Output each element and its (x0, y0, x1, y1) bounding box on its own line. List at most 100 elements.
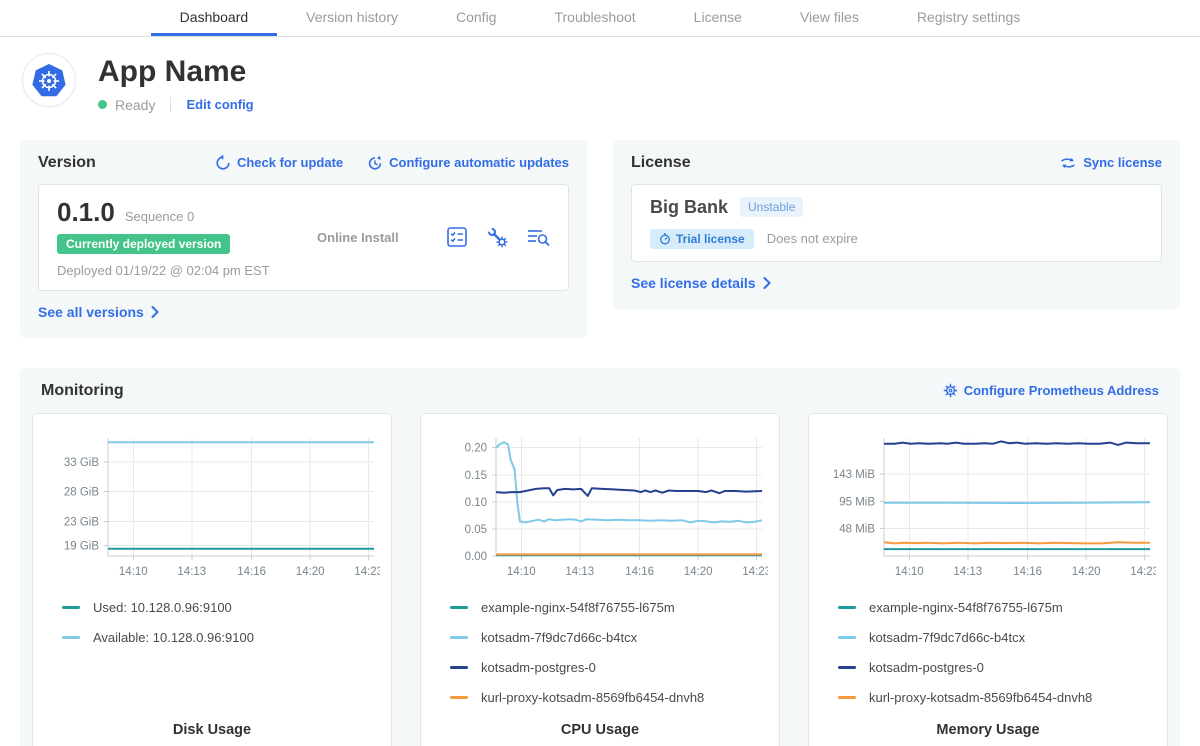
svg-text:14:23: 14:23 (1130, 566, 1156, 578)
kubernetes-icon (23, 54, 75, 106)
legend-label: example-nginx-54f8f76755-l675m (869, 600, 1063, 615)
refresh-icon (215, 155, 231, 171)
check-for-update-link[interactable]: Check for update (215, 155, 343, 171)
svg-text:0.05: 0.05 (465, 523, 487, 535)
charts-row: 19 GiB23 GiB28 GiB33 GiB14:1014:1314:161… (32, 413, 1168, 746)
svg-text:14:13: 14:13 (177, 566, 206, 578)
svg-text:143 MiB: 143 MiB (833, 469, 876, 481)
license-type-badge: Trial license (650, 229, 754, 249)
version-info: 0.1.0 Sequence 0 Currently deployed vers… (57, 197, 270, 278)
version-number: 0.1.0 (57, 197, 115, 228)
tab-version-history[interactable]: Version history (277, 0, 427, 36)
memory-usage-chart: 48 MiB95 MiB143 MiB14:1014:1314:1614:201… (820, 426, 1156, 588)
svg-text:14:10: 14:10 (895, 566, 924, 578)
tab-dashboard[interactable]: Dashboard (151, 0, 278, 36)
chevron-right-icon (763, 277, 771, 289)
cpu-usage-chart: 0.000.050.100.150.2014:1014:1314:1614:20… (432, 426, 768, 588)
version-panel-title: Version (38, 154, 96, 172)
svg-text:33 GiB: 33 GiB (64, 456, 99, 468)
legend-item[interactable]: example-nginx-54f8f76755-l675m (838, 600, 1156, 615)
gear-icon (943, 383, 958, 398)
legend-swatch-icon (62, 606, 80, 609)
svg-text:28 GiB: 28 GiB (64, 486, 99, 498)
svg-text:14:13: 14:13 (565, 566, 594, 578)
legend-item[interactable]: Used: 10.128.0.96:9100 (62, 600, 380, 615)
legend-swatch-icon (838, 666, 856, 669)
current-version-card: 0.1.0 Sequence 0 Currently deployed vers… (38, 184, 569, 291)
customer-name: Big Bank (650, 197, 728, 218)
legend-label: example-nginx-54f8f76755-l675m (481, 600, 675, 615)
legend-item[interactable]: kotsadm-postgres-0 (450, 660, 768, 675)
see-all-versions-link[interactable]: See all versions (38, 304, 159, 320)
divider (170, 97, 171, 112)
channel-badge: Unstable (740, 197, 803, 217)
legend-item[interactable]: example-nginx-54f8f76755-l675m (450, 600, 768, 615)
app-header: App Name Ready Edit config (0, 37, 1200, 113)
svg-text:14:10: 14:10 (119, 566, 148, 578)
license-panel: License Sync license Big Ban (613, 140, 1180, 309)
legend-swatch-icon (838, 696, 856, 699)
legend-item[interactable]: kotsadm-postgres-0 (838, 660, 1156, 675)
legend-item[interactable]: kurl-proxy-kotsadm-8569fb6454-dnvh8 (838, 690, 1156, 705)
license-details-card: Big Bank Unstable Trial license Does not… (631, 184, 1162, 262)
svg-text:14:20: 14:20 (1072, 566, 1101, 578)
legend-label: kurl-proxy-kotsadm-8569fb6454-dnvh8 (869, 690, 1092, 705)
svg-text:14:23: 14:23 (742, 566, 768, 578)
legend-label: kotsadm-postgres-0 (869, 660, 984, 675)
svg-text:14:16: 14:16 (625, 566, 654, 578)
app-logo (22, 53, 76, 107)
page-title: App Name (98, 56, 254, 88)
cpu-usage-legend: example-nginx-54f8f76755-l675m kotsadm-7f… (432, 600, 768, 705)
monitoring-section: Monitoring Configure Prometheus Address (20, 368, 1180, 746)
svg-text:0.10: 0.10 (465, 496, 487, 508)
chevron-right-icon (151, 306, 159, 318)
configure-prometheus-link[interactable]: Configure Prometheus Address (943, 383, 1159, 398)
schedule-icon (367, 155, 383, 171)
install-type-label: Online Install (270, 230, 446, 245)
disk-usage-chart: 19 GiB23 GiB28 GiB33 GiB14:1014:1314:161… (44, 426, 380, 588)
legend-label: Available: 10.128.0.96:9100 (93, 630, 254, 645)
legend-item[interactable]: kotsadm-7f9dc7d66c-b4tcx (838, 630, 1156, 645)
chart-title: Memory Usage (820, 712, 1156, 738)
legend-item[interactable]: kurl-proxy-kotsadm-8569fb6454-dnvh8 (450, 690, 768, 705)
legend-item[interactable]: Available: 10.128.0.96:9100 (62, 630, 380, 645)
tab-view-files[interactable]: View files (771, 0, 888, 36)
chart-title: Disk Usage (44, 712, 380, 738)
svg-text:95 MiB: 95 MiB (839, 496, 875, 508)
legend-label: kurl-proxy-kotsadm-8569fb6454-dnvh8 (481, 690, 704, 705)
svg-text:14:16: 14:16 (237, 566, 266, 578)
tab-license[interactable]: License (665, 0, 771, 36)
legend-item[interactable]: kotsadm-7f9dc7d66c-b4tcx (450, 630, 768, 645)
tab-config[interactable]: Config (427, 0, 525, 36)
legend-label: kotsadm-7f9dc7d66c-b4tcx (869, 630, 1025, 645)
preflight-checks-button[interactable] (446, 226, 468, 248)
tab-registry-settings[interactable]: Registry settings (888, 0, 1049, 36)
legend-label: Used: 10.128.0.96:9100 (93, 600, 232, 615)
svg-text:0.15: 0.15 (465, 469, 487, 481)
svg-text:14:20: 14:20 (684, 566, 713, 578)
edit-config-link[interactable]: Edit config (186, 97, 253, 112)
svg-text:19 GiB: 19 GiB (64, 540, 99, 552)
edit-config-button[interactable] (486, 226, 508, 248)
status-dot-icon (98, 100, 107, 109)
sync-license-link[interactable]: Sync license (1059, 155, 1162, 170)
svg-text:14:10: 14:10 (507, 566, 536, 578)
logs-search-icon (526, 227, 550, 247)
legend-swatch-icon (838, 606, 856, 609)
view-logs-button[interactable] (526, 227, 550, 247)
configure-automatic-updates-link[interactable]: Configure automatic updates (367, 155, 569, 171)
tab-troubleshoot[interactable]: Troubleshoot (525, 0, 664, 36)
checklist-icon (446, 226, 468, 248)
memory-usage-legend: example-nginx-54f8f76755-l675m kotsadm-7f… (820, 600, 1156, 705)
sync-icon (1059, 156, 1077, 170)
svg-text:14:16: 14:16 (1013, 566, 1042, 578)
dashboard-page: DashboardVersion historyConfigTroublesho… (0, 0, 1200, 746)
license-panel-title: License (631, 154, 691, 172)
svg-text:0.20: 0.20 (465, 442, 487, 454)
see-license-details-link[interactable]: See license details (631, 275, 771, 291)
top-nav: DashboardVersion historyConfigTroublesho… (0, 0, 1200, 37)
svg-text:14:20: 14:20 (296, 566, 325, 578)
app-header-text: App Name Ready Edit config (98, 53, 254, 113)
svg-text:48 MiB: 48 MiB (839, 523, 875, 535)
legend-swatch-icon (450, 636, 468, 639)
